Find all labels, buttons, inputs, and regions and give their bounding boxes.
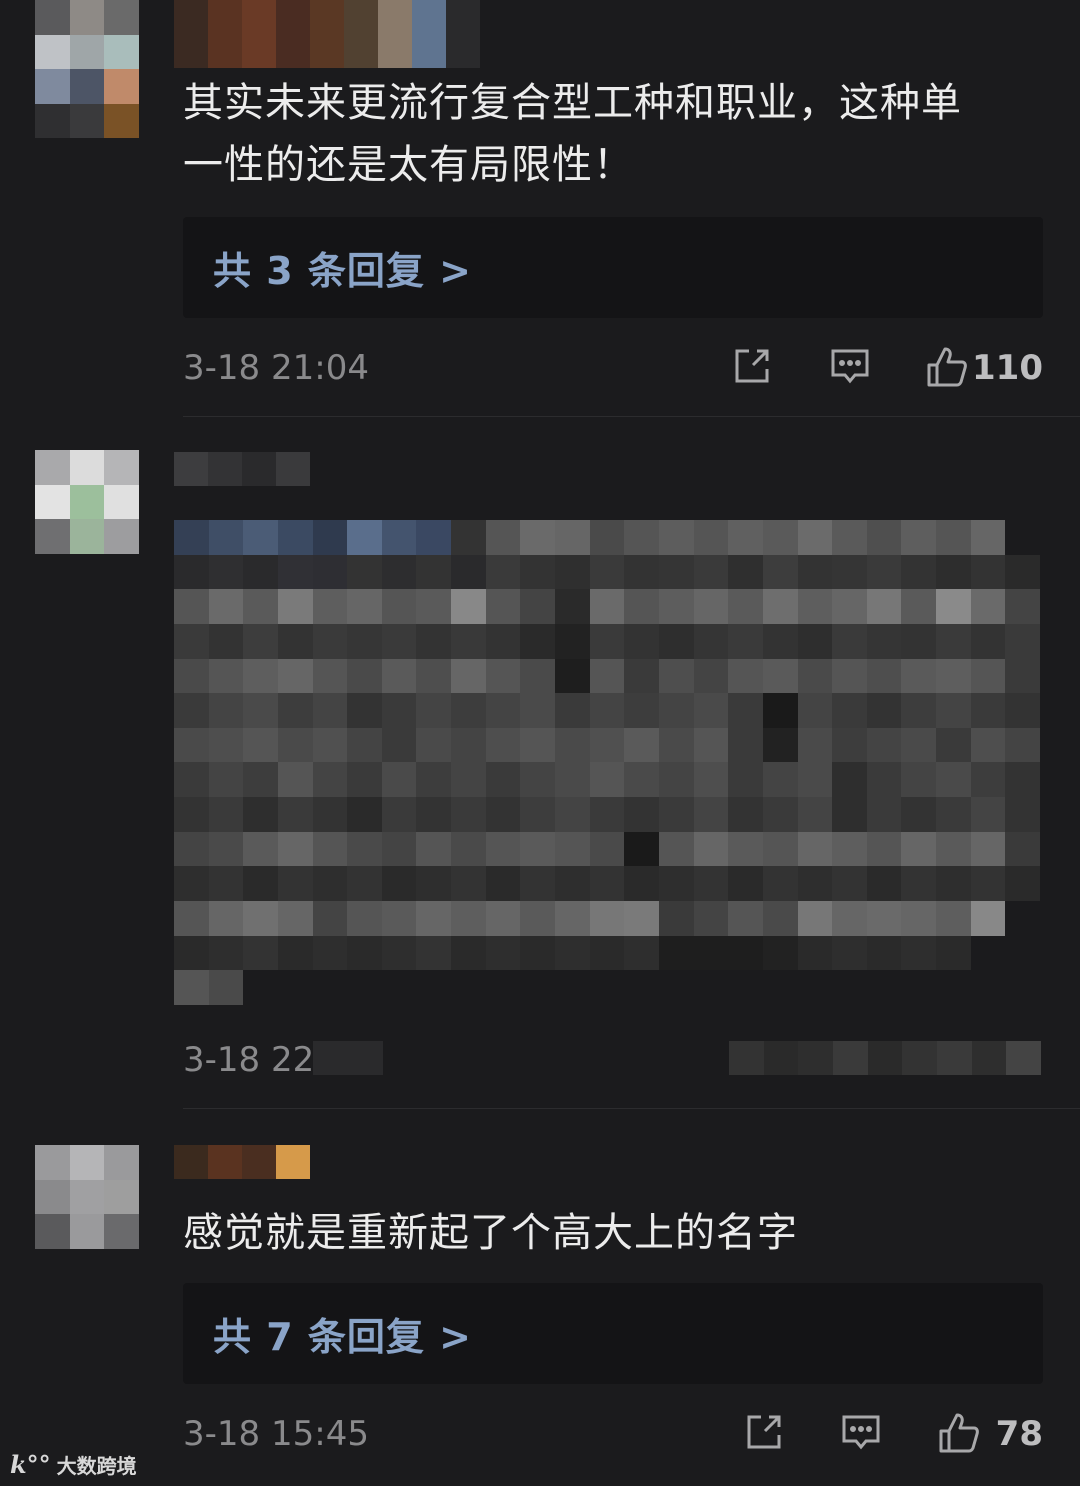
username[interactable] xyxy=(174,452,310,486)
redacted-timestamp xyxy=(313,1041,383,1075)
timestamp: 3-18 15:45 xyxy=(183,1414,369,1454)
watermark-logo: k°° xyxy=(10,1450,51,1479)
share-icon[interactable] xyxy=(743,1411,785,1453)
redacted-comment-text xyxy=(174,520,1040,1005)
watermark: k°° 大数跨境 xyxy=(10,1450,137,1479)
comment-text: 感觉就是重新起了个高大上的名字 xyxy=(183,1210,798,1256)
comment-icon[interactable] xyxy=(840,1411,882,1453)
username[interactable] xyxy=(174,1145,310,1179)
avatar[interactable] xyxy=(35,450,139,554)
thumbs-up-icon[interactable] xyxy=(925,345,969,389)
avatar[interactable] xyxy=(35,0,139,138)
redacted-actions xyxy=(729,1041,1042,1075)
divider xyxy=(183,1108,1080,1109)
view-replies-button[interactable]: 共 3 条回复 > xyxy=(183,217,1043,318)
comment-text: 其实未来更流行复合型工种和职业，这种单 一性的还是太有局限性！ xyxy=(183,80,962,188)
like-count: 110 xyxy=(972,348,1043,388)
like-count: 78 xyxy=(995,1414,1043,1454)
avatar[interactable] xyxy=(35,1145,139,1249)
timestamp: 3-18 21:04 xyxy=(183,348,369,388)
thumbs-up-icon[interactable] xyxy=(937,1411,981,1455)
share-icon[interactable] xyxy=(731,345,773,387)
username[interactable] xyxy=(174,0,480,68)
view-replies-button[interactable]: 共 7 条回复 > xyxy=(183,1283,1043,1384)
timestamp: 3-18 22 xyxy=(183,1040,315,1080)
watermark-text: 大数跨境 xyxy=(56,1454,137,1478)
comment-icon[interactable] xyxy=(829,345,871,387)
divider xyxy=(183,416,1080,417)
